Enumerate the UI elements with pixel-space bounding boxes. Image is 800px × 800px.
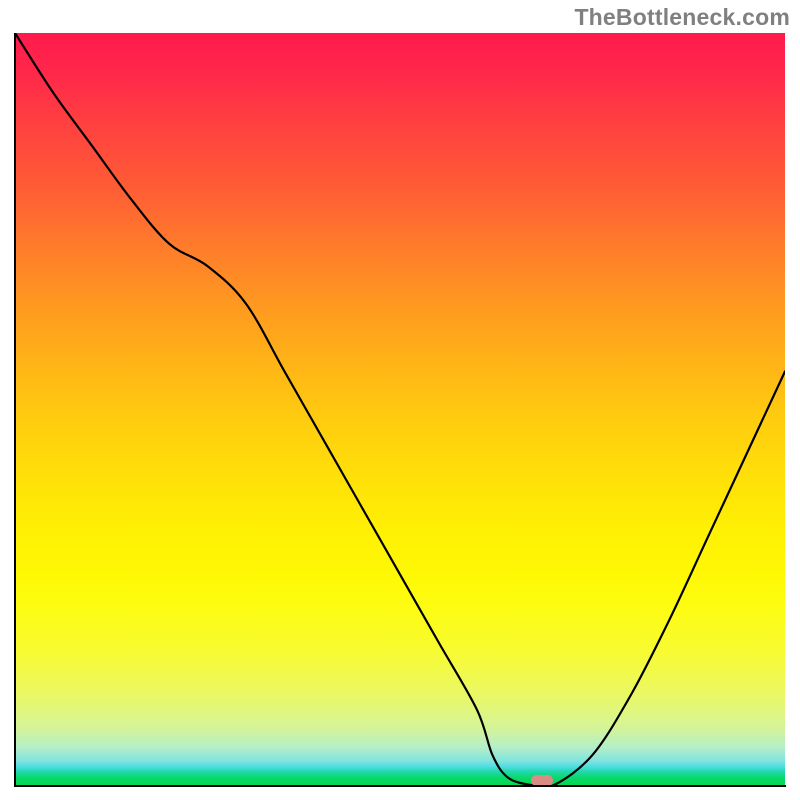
x-axis [14, 785, 786, 787]
watermark-text: TheBottleneck.com [574, 4, 790, 31]
chart-container: TheBottleneck.com [0, 0, 800, 800]
bottleneck-curve [15, 33, 785, 785]
y-axis [14, 33, 16, 786]
